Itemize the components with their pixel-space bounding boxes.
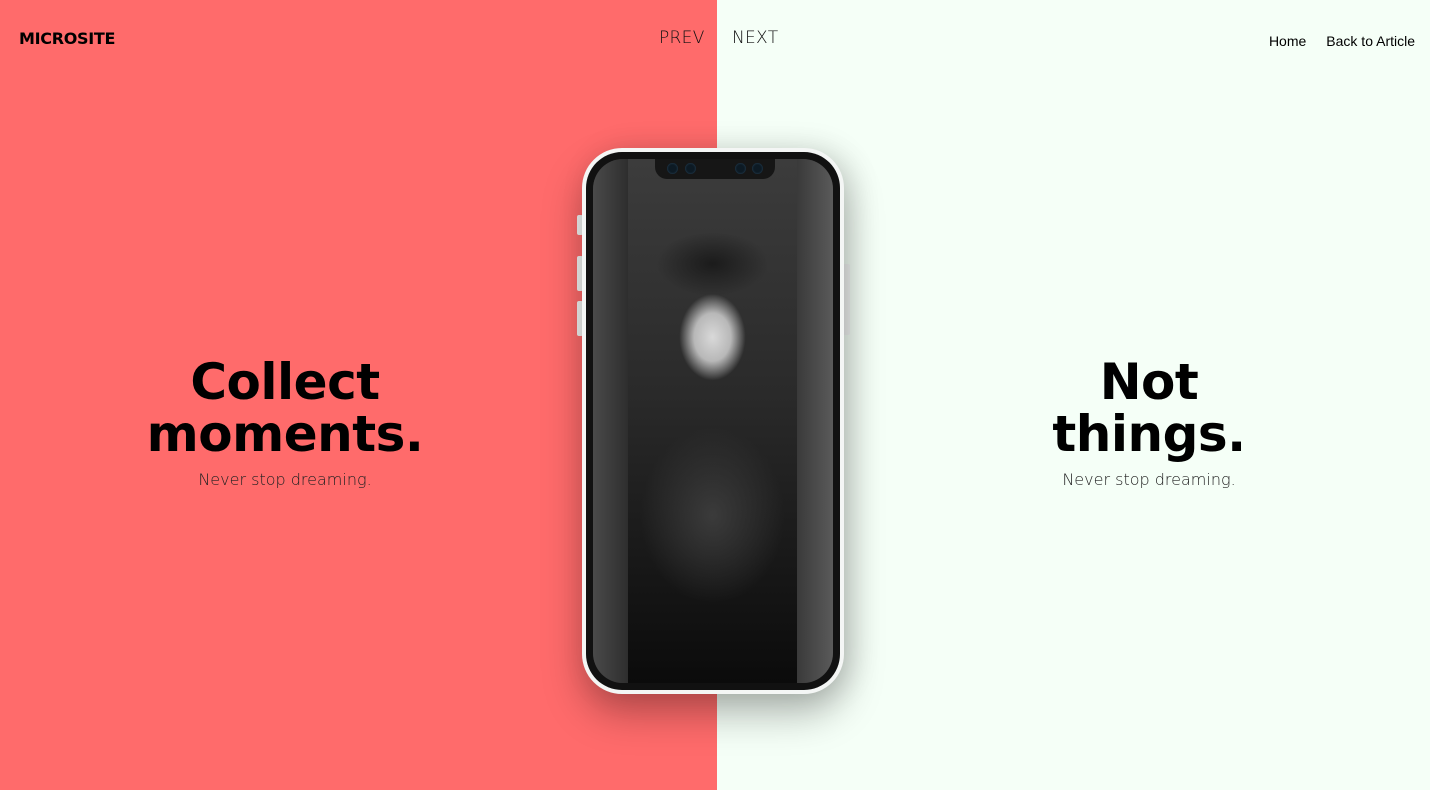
right-subtitle: Never stop dreaming.: [1062, 470, 1236, 489]
camera-icon: [667, 163, 678, 174]
next-button[interactable]: NEXT: [732, 28, 778, 48]
phone-power-button: [843, 264, 850, 335]
phone-mockup: [582, 148, 844, 694]
right-title-line-1: Not: [1099, 353, 1199, 411]
phone-bezel: [586, 152, 840, 690]
right-headline: Not things. Never stop dreaming.: [939, 356, 1359, 489]
right-title: Not things.: [939, 356, 1359, 460]
left-subtitle: Never stop dreaming.: [198, 470, 372, 489]
left-title-line-1: Collect: [190, 353, 380, 411]
top-nav: Home Back to Article: [1269, 33, 1415, 49]
nav-link-home[interactable]: Home: [1269, 33, 1306, 49]
screen-photo-left-edge: [593, 159, 628, 683]
sensor-icon: [735, 163, 746, 174]
left-title: Collect moments.: [75, 356, 495, 460]
microsite-stage: MICROSITE PREV NEXT Home Back to Article…: [0, 0, 1430, 790]
camera-icon: [752, 163, 763, 174]
right-title-line-2: things.: [1052, 405, 1246, 463]
prev-button[interactable]: PREV: [659, 28, 705, 48]
portrait-photo: [628, 159, 797, 683]
left-title-line-2: moments.: [146, 405, 424, 463]
nav-link-back-to-article[interactable]: Back to Article: [1326, 33, 1415, 49]
left-headline: Collect moments. Never stop dreaming.: [75, 356, 495, 489]
site-logo[interactable]: MICROSITE: [19, 29, 115, 48]
sensor-icon: [685, 163, 696, 174]
screen-photo-right-edge: [797, 159, 833, 683]
phone-screen: [593, 159, 833, 683]
phone-notch: [655, 159, 775, 179]
